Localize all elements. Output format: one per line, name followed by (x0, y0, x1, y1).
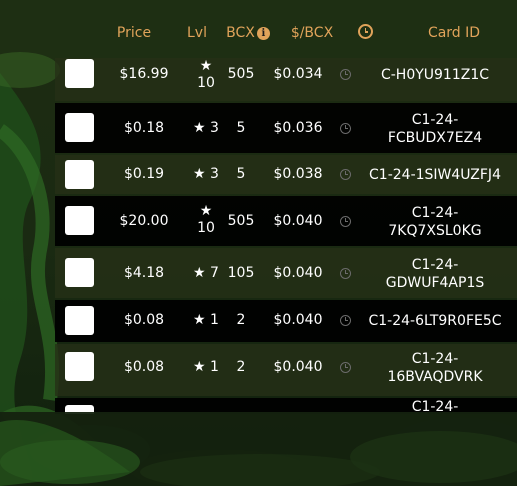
bcx-cell: 2 (236, 359, 246, 375)
clock-icon (340, 268, 351, 279)
level-cell: ★ 3 (185, 166, 227, 183)
per-bcx-cell: $0.040 (273, 359, 323, 375)
price-cell: $0.08 (123, 359, 165, 375)
level-cell: ★ 1 (185, 359, 227, 376)
column-header-bcx[interactable]: BCX i (222, 23, 274, 43)
info-icon[interactable]: i (256, 27, 270, 40)
clock-icon (340, 362, 351, 373)
level-value: 10 (197, 220, 215, 236)
card-id-cell[interactable]: C1-24-7KQ7XSL0KG (370, 204, 500, 240)
level-value: 3 (210, 120, 219, 136)
level-value: 3 (210, 166, 219, 182)
level-value: 10 (197, 75, 215, 91)
level-value: 7 (210, 265, 219, 281)
per-bcx-cell: $0.040 (273, 265, 323, 281)
card-id-cell[interactable]: C1-24-1SIW4UZFJ4 (355, 166, 515, 184)
row-select-checkbox[interactable] (65, 206, 94, 235)
per-bcx-cell: $0.038 (273, 166, 323, 182)
clock-icon (357, 24, 373, 39)
price-cell: $16.99 (119, 66, 169, 82)
price-cell: $4.18 (123, 265, 165, 281)
star-icon: ★ (199, 203, 213, 219)
card-id-cell[interactable]: C1-24-FCBUDX7EZ4 (370, 111, 500, 147)
star-icon: ★ (199, 58, 213, 74)
bottom-foliage (0, 412, 517, 486)
clock-icon (340, 69, 351, 80)
star-icon: ★ (193, 120, 206, 136)
row-select-checkbox[interactable] (65, 160, 94, 189)
bcx-cell: 5 (236, 120, 246, 136)
bcx-cell: 105 (227, 265, 255, 281)
clock-icon (340, 123, 351, 134)
bcx-cell: 5 (236, 166, 246, 182)
per-bcx-cell: $0.040 (273, 213, 323, 229)
price-cell: $0.18 (123, 120, 165, 136)
row-select-checkbox[interactable] (65, 306, 94, 335)
bcx-cell: 505 (227, 66, 255, 82)
row-select-checkbox[interactable] (65, 258, 94, 287)
star-icon: ★ (193, 312, 206, 328)
row-select-checkbox[interactable] (65, 352, 94, 381)
row-select-checkbox[interactable] (65, 59, 94, 88)
star-icon: ★ (193, 166, 206, 182)
bcx-cell: 2 (236, 312, 246, 328)
column-header-time[interactable] (357, 23, 373, 43)
column-header-lvl[interactable]: Lvl (185, 23, 209, 43)
level-cell: ★ 3 (185, 120, 227, 137)
level-cell: ★ 7 (185, 265, 227, 282)
column-header-per-bcx[interactable]: $/BCX (288, 23, 336, 43)
price-cell: $20.00 (119, 213, 169, 229)
price-cell: $0.08 (123, 312, 165, 328)
price-cell: $0.19 (123, 166, 165, 182)
level-cell: ★ 1 (185, 312, 227, 329)
clock-icon (340, 216, 351, 227)
column-header-card-id[interactable]: Card ID (420, 23, 488, 43)
bcx-cell: 505 (227, 213, 255, 229)
per-bcx-cell: $0.040 (273, 312, 323, 328)
level-cell: ★ 10 (185, 203, 227, 237)
level-value: 1 (210, 312, 219, 328)
level-cell: ★ 10 (185, 58, 227, 92)
star-icon: ★ (193, 359, 206, 375)
column-header-bcx-label: BCX (226, 25, 255, 41)
card-listing-table: Price Lvl BCX i $/BCX Card ID $16.99 ★ 10… (0, 0, 517, 486)
card-id-cell[interactable]: C1-24-6LT9R0FE5C (355, 312, 515, 330)
column-header-price[interactable]: Price (113, 23, 155, 43)
table-header: Price Lvl BCX i $/BCX Card ID (0, 0, 517, 58)
per-bcx-cell: $0.036 (273, 120, 323, 136)
clock-icon (340, 169, 351, 180)
card-id-cell[interactable]: C-H0YU911Z1C (355, 66, 515, 84)
card-id-cell[interactable]: C1-24-16BVAQDVRK (370, 350, 500, 386)
star-icon: ★ (193, 265, 206, 281)
clock-icon (340, 315, 351, 326)
row-select-checkbox[interactable] (65, 113, 94, 142)
per-bcx-cell: $0.034 (273, 66, 323, 82)
card-id-cell[interactable]: C1-24-GDWUF4AP1S (370, 256, 500, 292)
level-value: 1 (210, 359, 219, 375)
